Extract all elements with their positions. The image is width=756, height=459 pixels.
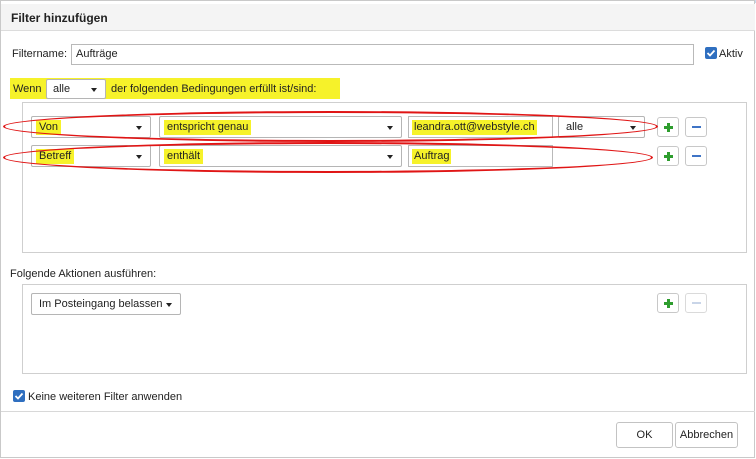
remove-condition-button[interactable]: [685, 117, 707, 137]
chevron-down-icon: [387, 126, 393, 130]
chevron-down-icon: [136, 126, 142, 130]
condition-operator-select[interactable]: entspricht genau: [159, 116, 402, 138]
match-mode-value: alle: [53, 83, 71, 95]
condition-field-select[interactable]: Von: [31, 116, 151, 138]
chevron-down-icon: [136, 155, 142, 159]
conditions-suffix: der folgenden Bedingungen erfüllt ist/si…: [111, 83, 317, 95]
filter-name-label: Filtername:: [12, 48, 68, 60]
condition-scope-select[interactable]: alle: [558, 116, 645, 138]
add-action-button[interactable]: [657, 293, 679, 313]
condition-field-value: Von: [36, 120, 61, 135]
dialog-title: Filter hinzufügen: [11, 11, 108, 25]
remove-condition-button[interactable]: [685, 146, 707, 166]
ok-button[interactable]: OK: [616, 422, 673, 448]
condition-field-select[interactable]: Betreff: [31, 145, 151, 167]
condition-operator-select[interactable]: enthält: [159, 145, 402, 167]
stop-processing-checkbox[interactable]: [13, 390, 25, 402]
add-condition-button[interactable]: [657, 146, 679, 166]
checkmark-icon: [706, 49, 716, 57]
filter-name-value: Aufträge: [76, 48, 118, 60]
condition-operator-value: enthält: [164, 149, 204, 164]
active-checkbox[interactable]: [705, 47, 717, 59]
condition-scope-value: alle: [566, 121, 584, 133]
active-label: Aktiv: [719, 48, 743, 60]
footer-divider: [1, 411, 755, 412]
checkmark-icon: [14, 392, 24, 400]
dialog-titlebar: Filter hinzufügen: [1, 4, 755, 31]
remove-action-button[interactable]: [685, 293, 707, 313]
add-condition-button[interactable]: [657, 117, 679, 137]
stop-processing-label: Keine weiteren Filter anwenden: [28, 391, 183, 403]
condition-value-input[interactable]: leandra.ott@webstyle.ch: [408, 116, 553, 138]
action-value: Im Posteingang belassen: [39, 298, 163, 310]
minus-icon: [692, 155, 701, 157]
conditions-prefix: Wenn: [13, 83, 42, 95]
condition-value-text: Auftrag: [412, 149, 452, 164]
actions-heading: Folgende Aktionen ausführen:: [10, 268, 157, 280]
condition-field-value: Betreff: [36, 149, 75, 164]
match-mode-select[interactable]: alle: [46, 79, 106, 99]
chevron-down-icon: [166, 303, 172, 307]
cancel-button[interactable]: Abbrechen: [675, 422, 738, 448]
chevron-down-icon: [630, 126, 636, 130]
filter-name-input[interactable]: Aufträge: [71, 44, 694, 65]
minus-icon: [692, 302, 701, 304]
minus-icon: [692, 126, 701, 128]
chevron-down-icon: [91, 88, 97, 92]
condition-value-text: leandra.ott@webstyle.ch: [412, 120, 537, 135]
chevron-down-icon: [387, 155, 393, 159]
filter-dialog: Filter hinzufügen Filtername: Aufträge A…: [0, 0, 755, 458]
condition-value-input[interactable]: Auftrag: [408, 145, 553, 167]
action-select[interactable]: Im Posteingang belassen: [31, 293, 181, 315]
condition-operator-value: entspricht genau: [164, 120, 252, 135]
